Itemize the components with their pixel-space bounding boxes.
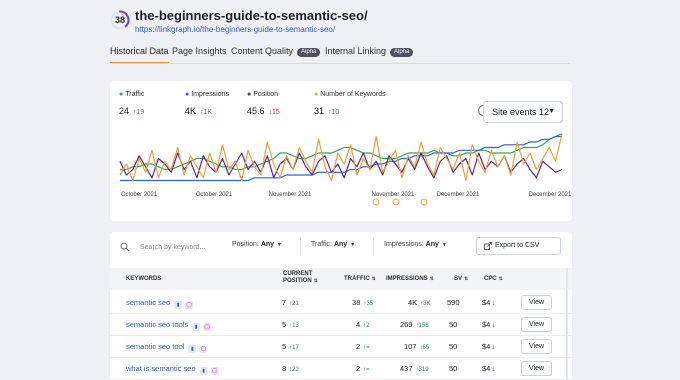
sort-icon: ⇅ — [464, 276, 469, 282]
header-impressions[interactable]: IMPRESSIONS ⇅ — [386, 276, 434, 283]
position-cell: 5 ↑17 — [282, 342, 299, 351]
cpc-cell: $4↓ — [482, 364, 496, 373]
chat-icon[interactable]: ◯ — [210, 367, 219, 375]
chat-icon[interactable]: ◯ — [199, 345, 208, 353]
header-cpc[interactable]: CPC ⇅ — [484, 276, 503, 283]
sort-icon: ⇅ — [498, 276, 503, 282]
view-button[interactable]: View — [521, 361, 552, 376]
site-event-marker[interactable] — [392, 198, 400, 206]
page-title: the-beginners-guide-to-semantic-seo/ — [135, 8, 368, 23]
export-csv-button[interactable]: Export to CSV — [476, 237, 561, 255]
impressions-cell: 269 ↑156 — [400, 320, 429, 329]
site-event-marker[interactable] — [372, 198, 380, 206]
table-row: semantic seo tools ▮ ◯ 5 ↑13 4 ↑2 269 ↑156 50… — [110, 314, 572, 336]
impressions-cell: 437 ↑319 — [400, 364, 429, 373]
page-header: 38 the-beginners-guide-to-semantic-seo/ … — [110, 8, 570, 78]
cpc-cell: $4↓ — [482, 342, 496, 351]
page-score: 38 — [114, 15, 125, 25]
traffic-cell: 38 ↑35 — [352, 298, 374, 307]
x-tick-label: December 2021 — [437, 192, 480, 198]
header-keywords[interactable]: KEYWORDS — [126, 276, 161, 283]
sort-icon: ⇅ — [429, 276, 434, 282]
bar-chart-icon[interactable]: ▮ — [188, 345, 197, 353]
caret-down-icon: ▼ — [350, 242, 356, 248]
table-row: semantic seo ▮ ◯ 7 ↑21 38 ↑35 4K ↑3K 590 $4↓ … — [110, 292, 572, 314]
header-current-position[interactable]: CURRENT POSITION ⇅ — [283, 271, 318, 285]
export-icon — [484, 242, 492, 250]
caret-down-icon: ▼ — [277, 242, 282, 248]
keyword-search-input[interactable] — [140, 240, 230, 254]
traffic-cell: 2 ↑= — [356, 342, 370, 351]
impressions-cell: 4K ↑3K — [408, 298, 431, 307]
series-line-number-of-keywords[interactable] — [119, 133, 563, 182]
filter-divider — [300, 238, 301, 256]
bar-chart-icon[interactable]: ▮ — [199, 367, 208, 375]
search-icon — [120, 242, 130, 252]
chat-icon[interactable]: ◯ — [185, 301, 194, 309]
tabs-divider — [110, 63, 570, 64]
traffic-filter[interactable]: Traffic: Any ▼ — [311, 241, 355, 248]
keyword-link[interactable]: semantic seo tools ▮ ◯ — [126, 320, 214, 331]
site-event-marker[interactable] — [420, 198, 428, 206]
page-url-link[interactable]: https://linkgraph.io/the-beginners-guide… — [135, 25, 335, 34]
arrow-down-icon: ↓ — [491, 342, 496, 351]
sort-icon: ⇅ — [371, 276, 376, 282]
x-tick-label: November 2021 — [269, 192, 312, 198]
arrow-down-icon: ↓ — [491, 298, 496, 307]
position-cell: 7 ↑21 — [282, 298, 299, 307]
impressions-cell: 107 ↑65 — [404, 342, 430, 351]
position-cell: 5 ↑13 — [282, 320, 299, 329]
cpc-cell: $4↓ — [482, 320, 496, 329]
view-button[interactable]: View — [521, 317, 552, 332]
historical-chart-card: ● Traffic 24 ↑19 ● Impressions 4K ↑1K ● Posit… — [110, 81, 572, 221]
traffic-cell: 4 ↑2 — [356, 320, 370, 329]
filter-divider — [373, 238, 374, 256]
series-line-position[interactable] — [119, 152, 563, 179]
sv-cell: 590 — [447, 298, 460, 307]
alpha-badge: Alpha — [390, 48, 414, 57]
x-tick-label: November 2021 — [372, 192, 415, 198]
table-header: KEYWORDS CURRENT POSITION ⇅ TRAFFIC ⇅ IMPRE… — [110, 268, 572, 290]
keywords-table-card: Position: Any▼ Traffic: Any▼ Impressions… — [110, 232, 572, 380]
arrow-down-icon: ↓ — [491, 320, 496, 329]
keyword-link[interactable]: semantic seo tool ▮ ◯ — [126, 342, 210, 353]
view-button[interactable]: View — [521, 295, 552, 310]
header-sv[interactable]: SV ⇅ — [454, 276, 468, 283]
cpc-cell: $4↓ — [482, 298, 496, 307]
chevron-down-icon: ▼ — [548, 108, 555, 115]
sort-icon: ⇅ — [313, 278, 318, 284]
filters-bar: Position: Any▼ Traffic: Any▼ Impressions… — [110, 232, 572, 262]
position-filter[interactable]: Position: Any ▼ — [232, 241, 282, 248]
keyword-link[interactable]: semantic seo ▮ ◯ — [126, 298, 196, 309]
sv-cell: 50 — [449, 342, 458, 351]
sv-cell: 50 — [449, 364, 458, 373]
arrow-down-icon: ↓ — [491, 364, 496, 373]
bar-chart-icon[interactable]: ▮ — [174, 301, 183, 309]
caret-down-icon: ▼ — [441, 242, 447, 248]
header-traffic[interactable]: TRAFFIC ⇅ — [344, 276, 376, 283]
site-events-dropdown[interactable]: Site events 12 ▼ — [483, 101, 563, 123]
x-tick-label: October 2021 — [121, 192, 158, 198]
sv-cell: 50 — [449, 320, 458, 329]
score-ring: 38 — [110, 10, 130, 30]
chat-icon[interactable]: ◯ — [203, 323, 212, 331]
position-cell: 8 ↑22 — [282, 364, 299, 373]
keyword-link[interactable]: what is semantic seo ▮ ◯ — [126, 364, 222, 375]
table-row: semantic seo tool ▮ ◯ 5 ↑17 2 ↑= 107 ↑65 50 $… — [110, 336, 572, 358]
table-row: what is semantic seo ▮ ◯ 8 ↑22 2 ↑= 437 ↑319 … — [110, 358, 572, 380]
x-tick-label: October 2021 — [196, 192, 233, 198]
x-tick-label: December 2021 — [529, 192, 572, 198]
alpha-badge: Alpha — [297, 48, 321, 57]
view-button[interactable]: View — [521, 339, 552, 354]
table-scrollbar[interactable] — [566, 268, 568, 380]
impressions-filter[interactable]: Impressions: Any ▼ — [384, 241, 447, 248]
traffic-cell: 2 ↑= — [356, 364, 370, 373]
bar-chart-icon[interactable]: ▮ — [192, 323, 201, 331]
